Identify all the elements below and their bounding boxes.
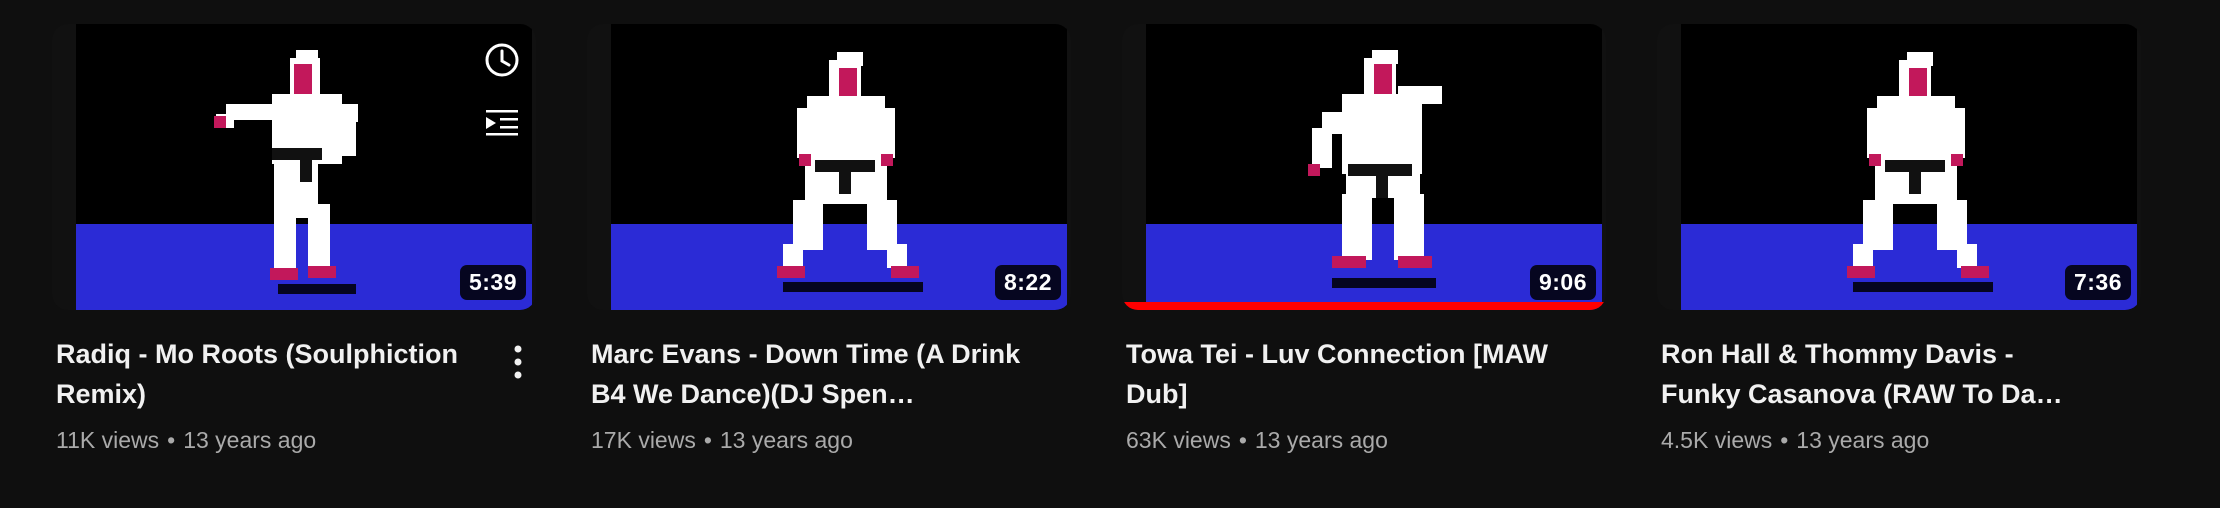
video-thumbnail[interactable]: 5:39 [52,24,536,310]
video-card[interactable]: 8:22 Marc Evans - Down Time (A Drink B4 … [587,24,1071,456]
video-meta: Towa Tei - Luv Connection [MAW Dub] 63K … [1122,334,1606,456]
watch-progress-bar [1122,302,1606,310]
separator: • [1238,427,1247,453]
video-meta: Ron Hall & Thommy Davis - Funky Casanova… [1657,334,2141,456]
video-title[interactable]: Towa Tei - Luv Connection [MAW Dub] [1126,334,1556,414]
video-title[interactable]: Radiq - Mo Roots (Soulphiction Remix) [56,334,486,414]
more-vert-icon [514,345,522,379]
upload-age: 13 years ago [1796,427,1930,453]
clock-icon [485,43,519,77]
separator: • [167,427,176,453]
separator: • [1780,427,1789,453]
duration-badge: 8:22 [994,265,1061,300]
video-stats: 4.5K views • 13 years ago [1661,424,2091,456]
more-actions-button[interactable] [500,340,536,384]
view-count: 11K views [56,427,160,453]
view-count: 63K views [1126,427,1231,453]
video-card[interactable]: 7:36 Ron Hall & Thommy Davis - Funky Cas… [1657,24,2141,456]
upload-age: 13 years ago [1254,427,1388,453]
video-thumbnail[interactable]: 9:06 [1122,24,1606,310]
video-meta: Marc Evans - Down Time (A Drink B4 We Da… [587,334,1071,456]
add-to-queue-button[interactable] [474,94,530,150]
video-stats: 11K views • 13 years ago [56,424,486,456]
video-thumbnail[interactable]: 7:36 [1657,24,2141,310]
separator: • [703,427,712,453]
video-card[interactable]: 5:39 Radiq - Mo Roots (Soulphiction Remi… [52,24,536,456]
duration-badge: 7:36 [2064,265,2131,300]
video-card[interactable]: 9:06 Towa Tei - Luv Connection [MAW Dub]… [1122,24,1606,456]
video-stats: 17K views • 13 years ago [591,424,1021,456]
watch-later-button[interactable] [474,32,530,88]
video-title[interactable]: Ron Hall & Thommy Davis - Funky Casanova… [1661,334,2091,414]
upload-age: 13 years ago [183,427,317,453]
video-stats: 63K views • 13 years ago [1126,424,1556,456]
duration-badge: 5:39 [459,265,526,300]
view-count: 17K views [591,427,696,453]
video-meta: Radiq - Mo Roots (Soulphiction Remix) 11… [52,334,536,456]
video-title[interactable]: Marc Evans - Down Time (A Drink B4 We Da… [591,334,1021,414]
duration-badge: 9:06 [1529,265,1596,300]
video-thumbnail[interactable]: 8:22 [587,24,1071,310]
view-count: 4.5K views [1661,427,1773,453]
video-grid: 5:39 Radiq - Mo Roots (Soulphiction Remi… [0,0,2220,508]
queue-icon [486,110,518,136]
upload-age: 13 years ago [719,427,853,453]
hover-actions [474,32,530,150]
